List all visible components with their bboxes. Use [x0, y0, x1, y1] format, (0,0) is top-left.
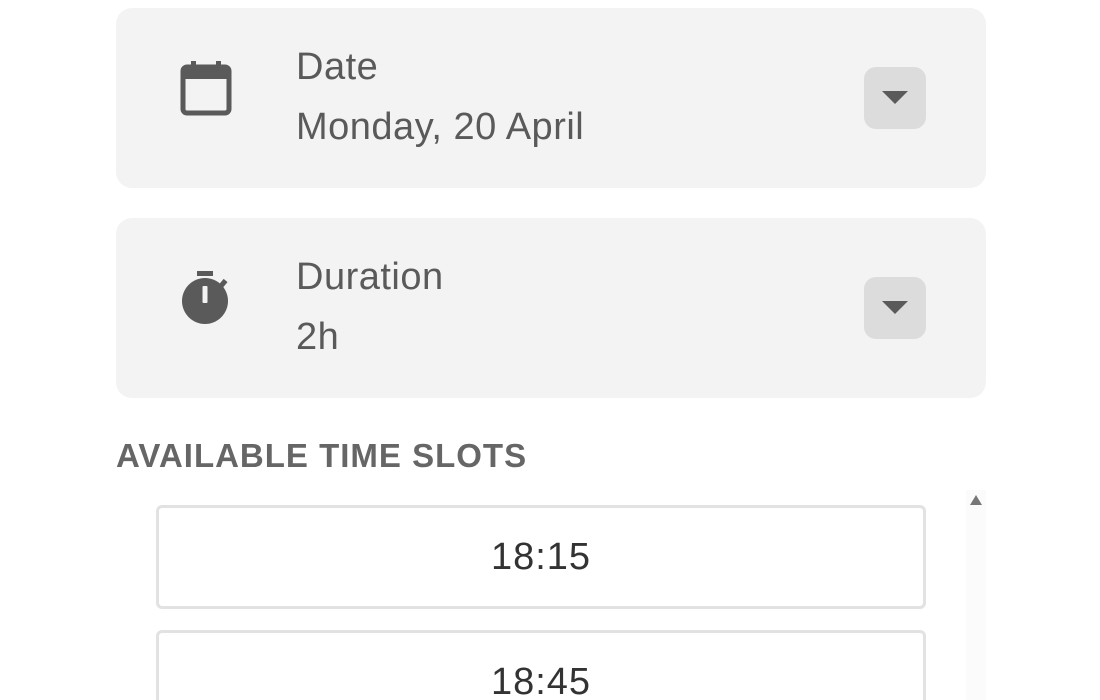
booking-form: Date Monday, 20 April Duration 2h AVAILA… [0, 0, 1100, 700]
date-dropdown-button[interactable] [864, 67, 926, 129]
calendar-icon [180, 61, 232, 116]
duration-selector[interactable]: Duration 2h [116, 218, 986, 398]
date-value: Monday, 20 April [296, 106, 585, 148]
time-slot-button[interactable]: 18:45 [156, 630, 926, 700]
date-selector[interactable]: Date Monday, 20 April [116, 8, 986, 188]
duration-value: 2h [296, 316, 340, 358]
scroll-up-arrow-icon[interactable] [970, 494, 982, 506]
stopwatch-icon [180, 271, 232, 324]
chevron-down-icon [882, 301, 908, 314]
scrollbar[interactable] [966, 490, 986, 700]
date-label: Date [296, 46, 379, 88]
chevron-down-icon [882, 91, 908, 104]
duration-dropdown-button[interactable] [864, 277, 926, 339]
time-slot-button[interactable]: 18:15 [156, 505, 926, 609]
duration-label: Duration [296, 256, 444, 298]
time-slot-list[interactable]: 18:15 18:45 [116, 490, 986, 700]
available-time-slots-heading: AVAILABLE TIME SLOTS [116, 437, 528, 474]
